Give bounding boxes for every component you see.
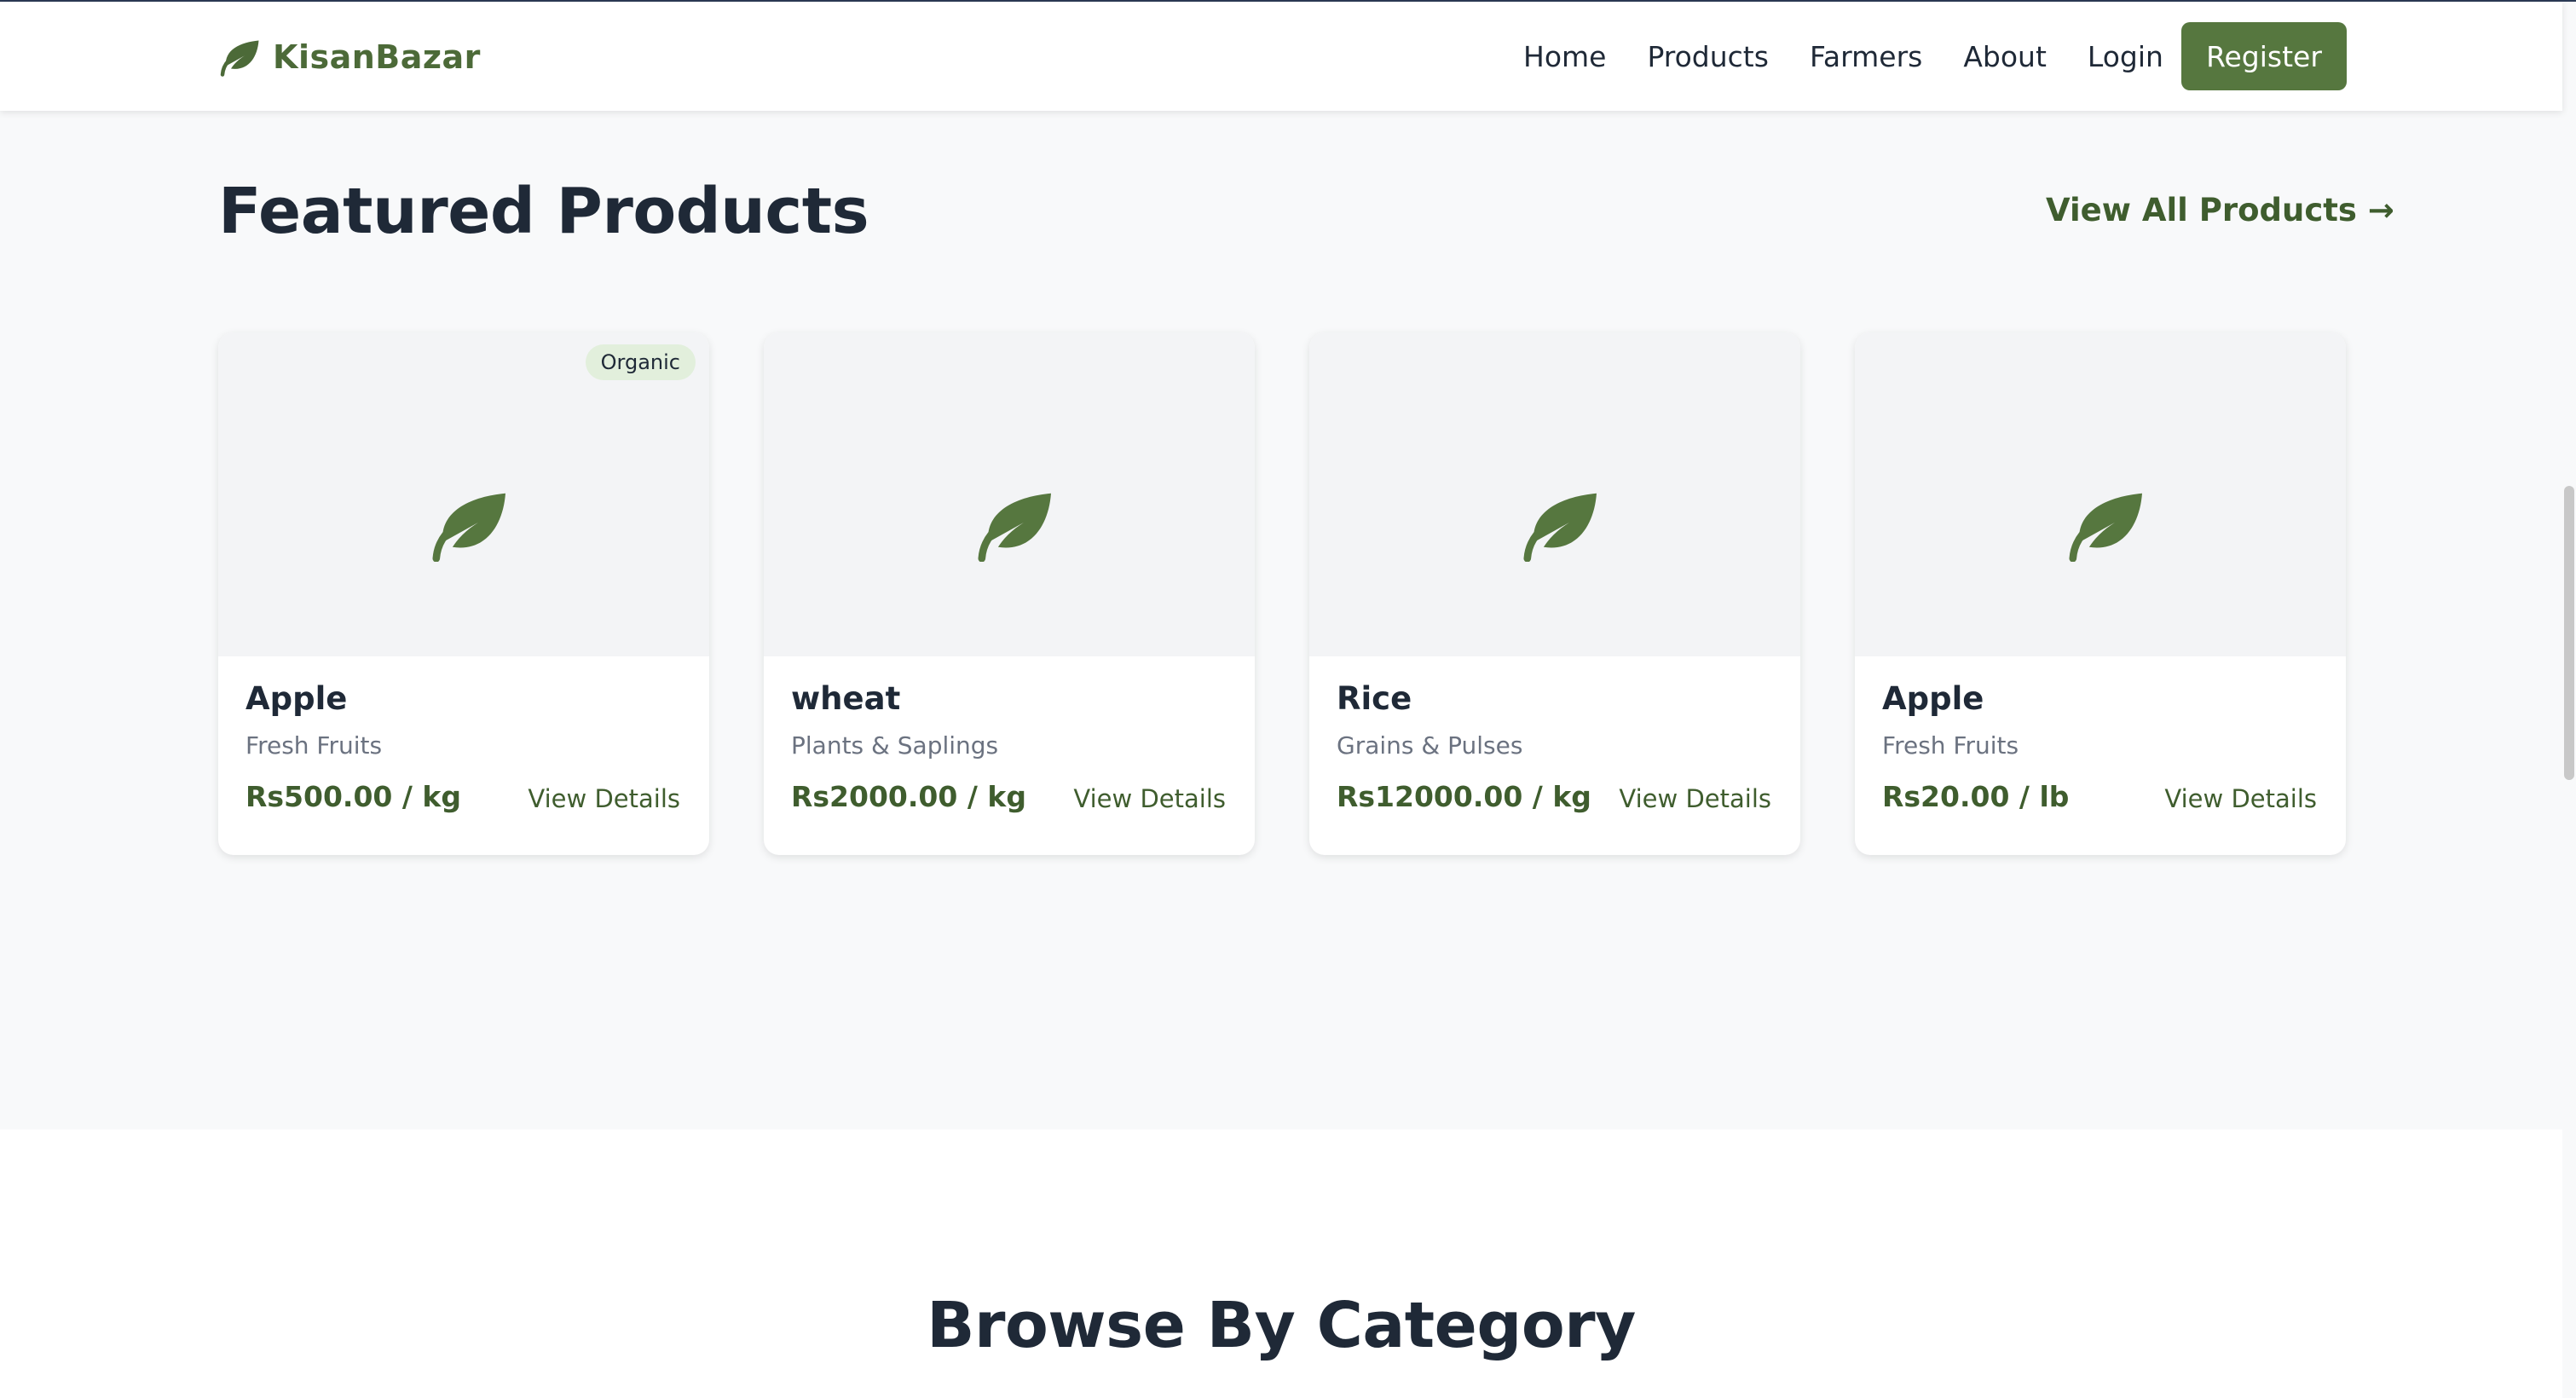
product-card[interactable]: Rice Grains & Pulses Rs12000.00 / kg Vie… xyxy=(1309,332,1800,855)
register-button[interactable]: Register xyxy=(2181,22,2347,90)
product-image-placeholder xyxy=(764,332,1255,656)
product-category: Fresh Fruits xyxy=(1882,731,2019,760)
product-name: Rice xyxy=(1337,680,1412,717)
view-details-link[interactable]: View Details xyxy=(528,784,680,813)
product-price: Rs500.00 / kg xyxy=(245,780,461,813)
product-category: Fresh Fruits xyxy=(245,731,383,760)
product-image-placeholder xyxy=(1855,332,2346,656)
view-details-link[interactable]: View Details xyxy=(1619,784,1771,813)
leaf-icon xyxy=(1523,493,1597,562)
nav-home[interactable]: Home xyxy=(1523,40,1606,73)
product-name: Apple xyxy=(245,680,348,717)
leaf-icon xyxy=(220,40,259,77)
brand-name: KisanBazar xyxy=(273,38,481,76)
view-details-link[interactable]: View Details xyxy=(2164,784,2317,813)
scrollbar-thumb[interactable] xyxy=(2564,486,2574,780)
featured-products-title: Featured Products xyxy=(218,175,869,248)
product-image-placeholder xyxy=(1309,332,1800,656)
product-card[interactable]: Organic Apple Fresh Fruits Rs500.00 / kg… xyxy=(218,332,709,855)
leaf-icon xyxy=(978,493,1051,562)
nav-about[interactable]: About xyxy=(1963,40,2047,73)
nav-farmers[interactable]: Farmers xyxy=(1810,40,1922,73)
product-card[interactable]: wheat Plants & Saplings Rs2000.00 / kg V… xyxy=(764,332,1255,855)
product-name: wheat xyxy=(791,680,901,717)
nav-links: Home Products Farmers About Login xyxy=(1523,2,2163,111)
product-price: Rs2000.00 / kg xyxy=(791,780,1026,813)
leaf-icon xyxy=(432,493,505,562)
browse-category-title: Browse By Category xyxy=(927,1289,1636,1362)
brand-logo[interactable]: KisanBazar xyxy=(218,36,481,78)
product-name: Apple xyxy=(1882,680,1984,717)
navbar: KisanBazar Home Products Farmers About L… xyxy=(0,2,2562,111)
view-details-link[interactable]: View Details xyxy=(1073,784,1226,813)
product-category: Plants & Saplings xyxy=(791,731,999,760)
leaf-icon xyxy=(2069,493,2142,562)
nav-login[interactable]: Login xyxy=(2088,40,2163,73)
product-category: Grains & Pulses xyxy=(1337,731,1523,760)
organic-badge: Organic xyxy=(585,344,696,380)
product-price: Rs12000.00 / kg xyxy=(1337,780,1591,813)
view-all-products-link[interactable]: View All Products → xyxy=(2046,192,2394,228)
product-card[interactable]: Apple Fresh Fruits Rs20.00 / lb View Det… xyxy=(1855,332,2346,855)
product-image-placeholder: Organic xyxy=(218,332,709,656)
product-price: Rs20.00 / lb xyxy=(1882,780,2070,813)
nav-products[interactable]: Products xyxy=(1647,40,1769,73)
